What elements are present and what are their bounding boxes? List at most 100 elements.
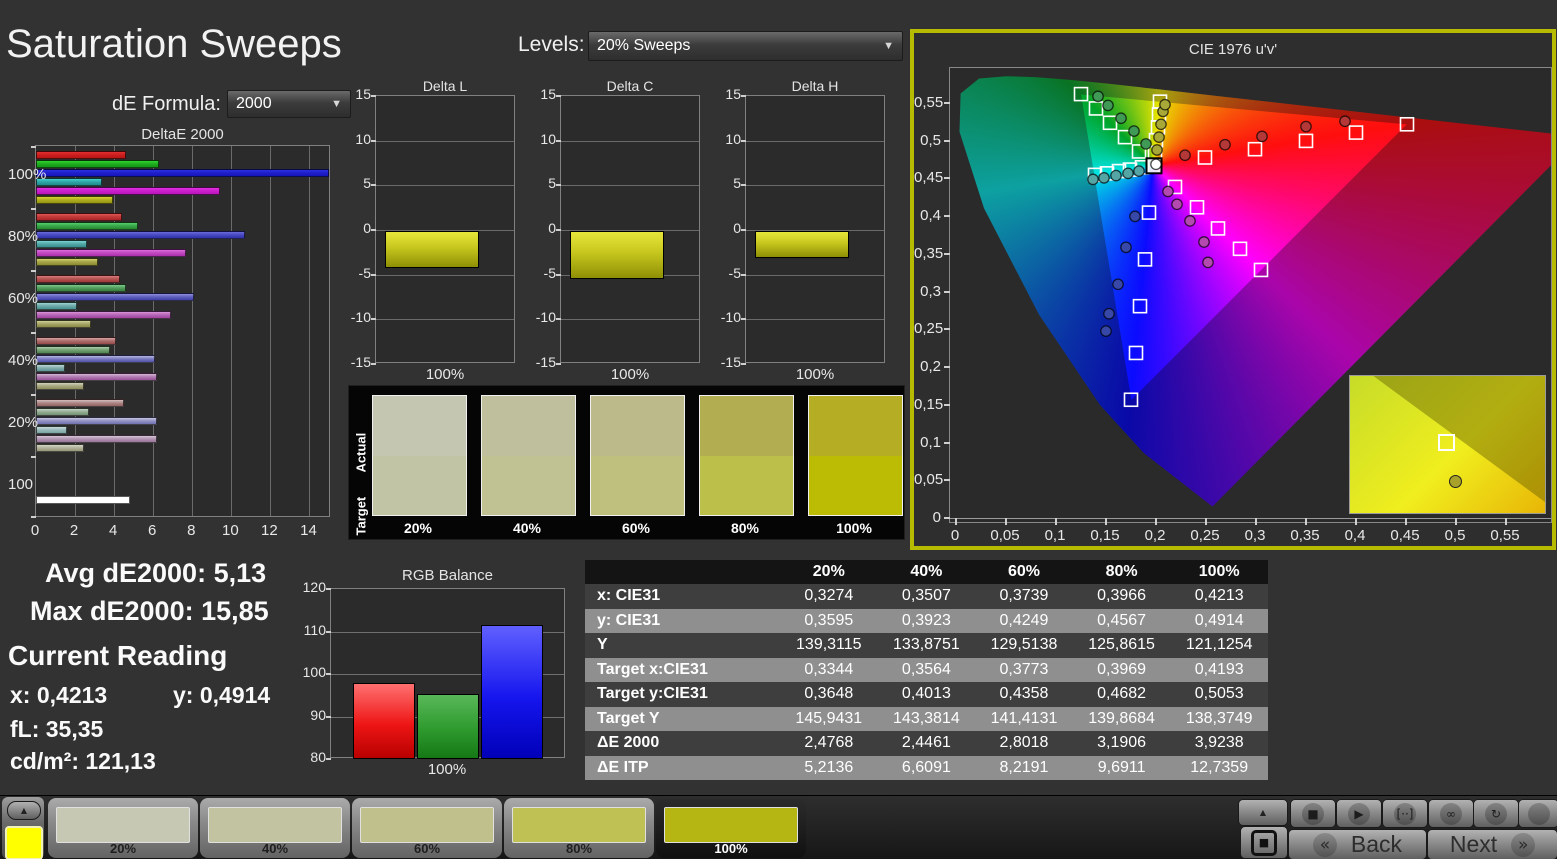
- delta-tick: [741, 139, 746, 142]
- cie-y-tick-label: 0,25: [914, 320, 944, 338]
- pattern-patch-button-20%[interactable]: 20%: [48, 798, 198, 858]
- record-icon: [1527, 802, 1550, 825]
- swatch-100%: [808, 395, 903, 516]
- deltae-bar-80%: [36, 249, 187, 257]
- cie-x-tick-label: 0,35: [1290, 527, 1320, 544]
- table-cell: 8,2191: [999, 758, 1049, 776]
- pattern-patch-button-60%[interactable]: 60%: [352, 798, 502, 858]
- cie-target-point: [1298, 133, 1314, 149]
- table-cell: 2,8018: [999, 734, 1049, 752]
- delta-tick: [556, 363, 561, 365]
- delta-x-label: 100%: [795, 366, 835, 383]
- swatch-label: 20%: [403, 520, 433, 536]
- deltae-bar-60%: [36, 284, 126, 292]
- cie-x-tick: [1255, 518, 1257, 525]
- cie-y-tick-label: 0,35: [914, 244, 944, 262]
- cie-measured-point: [1339, 115, 1351, 128]
- cie-measured-point: [1155, 118, 1167, 131]
- cie-measured-point: [1171, 198, 1183, 211]
- delta-tick: [371, 139, 376, 142]
- swatch-label: 60%: [621, 520, 651, 536]
- deltae-bar-40%: [36, 382, 84, 390]
- cie-measured-point: [1179, 149, 1191, 162]
- table-row: x: CIE31 0,3274 0,3507 0,3739 0,3966 0,4213: [585, 584, 1268, 609]
- de-formula-dropdown[interactable]: 2000 ▼: [227, 90, 351, 118]
- delta-y-tick-label: 15: [540, 86, 556, 102]
- delta-y-tick-label: -5: [543, 264, 556, 281]
- deltae-bar-20%: [36, 444, 85, 452]
- cie-measured-point: [1122, 167, 1134, 180]
- swatch-label: 80%: [730, 520, 760, 536]
- cie-zoom-inset: [1349, 375, 1546, 514]
- cie-measured-point: [1110, 169, 1122, 182]
- patch-mini-panel: ▲: [2, 797, 44, 859]
- deltae-bar-100: [36, 496, 130, 504]
- repeat-button[interactable]: ↻: [1473, 799, 1519, 828]
- record-button[interactable]: [1518, 799, 1557, 828]
- table-cell: 2,4461: [901, 734, 951, 752]
- pattern-patch-button-40%[interactable]: 40%: [200, 798, 350, 858]
- table-row: ΔE 2000 2,4768 2,4461 2,8018 3,1906 3,9238: [585, 731, 1268, 756]
- table-row-label: Target Y: [597, 709, 660, 727]
- cie-x-tick-label: 0: [950, 527, 960, 544]
- delta-y-tick-label: -5: [728, 264, 741, 281]
- patch-color-chip: [512, 807, 646, 843]
- delta-y-tick-label: 5: [733, 175, 741, 192]
- deltae-bar-100%: [36, 169, 329, 177]
- delta-y-tick-label: 10: [725, 130, 741, 147]
- table-cell: 0,3739: [999, 587, 1049, 605]
- table-cell: 5,2136: [804, 758, 854, 776]
- cie-x-tick: [1055, 518, 1057, 525]
- deltae-group-tick: [31, 332, 36, 334]
- play-icon: ▶: [1348, 802, 1370, 825]
- deltae-x-tick-label: 12: [261, 522, 278, 539]
- range-button[interactable]: [··]: [1382, 799, 1428, 828]
- cie-x-tick-label: 0,2: [1144, 527, 1166, 544]
- swatch-label: 40%: [512, 520, 542, 536]
- delta-tick: [556, 273, 561, 276]
- delta-tick: [741, 273, 746, 276]
- cie-target-point: [1247, 141, 1263, 157]
- next-button[interactable]: Next »: [1427, 829, 1557, 859]
- current-x-readout: x: 0,4213: [10, 682, 108, 708]
- patch-color-chip: [664, 807, 798, 843]
- table-cell: 3,9238: [1194, 734, 1244, 752]
- delta-x-label: 100%: [425, 366, 465, 383]
- play-button[interactable]: ▶: [1336, 799, 1382, 828]
- stop-button[interactable]: ■: [1290, 799, 1336, 828]
- pattern-window-button[interactable]: ■: [1240, 826, 1288, 859]
- cie-y-tick-label: 0: [932, 509, 941, 526]
- delta-gridline: [376, 185, 514, 187]
- osd-up-button[interactable]: ▲: [7, 801, 41, 820]
- table-header-cell: 100%: [1198, 563, 1240, 580]
- delta-y-tick-label: -15: [535, 354, 556, 370]
- deltae-group-label: 20%: [8, 414, 39, 431]
- rgb-y-tick-label: 120: [302, 579, 326, 595]
- table-cell: 143,3814: [893, 709, 960, 727]
- levels-dropdown[interactable]: 20% Sweeps ▼: [588, 31, 903, 61]
- cie-measured-point: [1219, 138, 1231, 151]
- patch-label: 100%: [714, 841, 748, 856]
- delta-gridline: [746, 274, 884, 276]
- current-reading-heading: Current Reading: [8, 640, 228, 671]
- pattern-patch-button-80%[interactable]: 80%: [504, 798, 654, 858]
- cie-x-tick: [1455, 518, 1457, 525]
- rgb-bar-green: [417, 694, 479, 759]
- deltae-group-tick: [31, 456, 36, 458]
- levels-value: 20% Sweeps: [597, 37, 691, 54]
- deltae-bar-60%: [36, 275, 120, 283]
- swatch-20%: [372, 395, 467, 516]
- de-formula-value: 2000: [236, 95, 272, 112]
- deltae-bar-80%: [36, 258, 99, 266]
- delta-tick: [741, 95, 746, 97]
- table-row-label: ΔE ITP: [597, 758, 649, 776]
- cie-target-point: [1141, 205, 1157, 220]
- cie-x-tick: [1155, 518, 1157, 525]
- infinity-button[interactable]: ∞: [1428, 799, 1474, 828]
- panel-up-button[interactable]: ▲: [1238, 799, 1288, 826]
- pattern-window-icon: ■: [1251, 829, 1277, 856]
- current-fl-readout: fL: 35,35: [10, 716, 104, 742]
- pattern-patch-button-100%[interactable]: 100%: [656, 798, 806, 858]
- cie-measured-point: [1120, 241, 1132, 254]
- back-button[interactable]: « Back: [1288, 829, 1427, 859]
